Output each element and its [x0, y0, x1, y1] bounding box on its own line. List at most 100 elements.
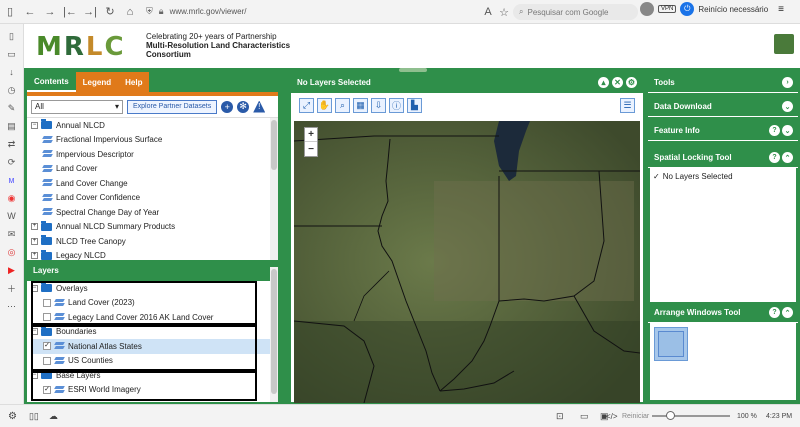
cloud-icon[interactable]: ☁	[49, 411, 58, 422]
reload-icon[interactable]: ↻	[100, 2, 120, 22]
tools-header[interactable]: Tools ›	[648, 72, 798, 93]
mail-icon[interactable]: ✉	[6, 228, 18, 240]
panel-toggle-icon[interactable]: ▯▯	[29, 411, 39, 422]
notes-icon[interactable]: ✎	[6, 102, 18, 114]
restart-required-label[interactable]: Reinício necessário	[698, 5, 768, 14]
tree-folder-nlcd-tree-canopy[interactable]: + NLCD Tree Canopy	[31, 234, 278, 249]
chevron-up-icon[interactable]: ⌃	[782, 307, 793, 318]
sync-icon[interactable]: ⟳	[6, 156, 18, 168]
help-icon[interactable]: ?	[769, 307, 780, 318]
settings-icon[interactable]: ⚙	[626, 77, 637, 88]
instagram-icon[interactable]: ◎	[6, 246, 18, 258]
code-icon[interactable]: </>	[606, 412, 618, 421]
settings-gear-icon[interactable]: ⚙	[8, 411, 17, 422]
arrange-windows-header[interactable]: Arrange Windows Tool ? ⌃	[648, 302, 798, 323]
capture-icon[interactable]: ⊡	[556, 411, 564, 422]
tree-layer-land-cover-change[interactable]: Land Cover Change	[31, 176, 278, 191]
tree-folder-legacy-nlcd[interactable]: + Legacy NLCD	[31, 249, 278, 260]
close-icon[interactable]: ✕	[612, 77, 623, 88]
pan-icon[interactable]: ✋	[317, 98, 332, 113]
tab-legend[interactable]: Legend	[75, 72, 119, 92]
last-page-icon[interactable]: →|	[80, 2, 100, 22]
download-icon[interactable]: ⇩	[371, 98, 386, 113]
list-icon[interactable]: ☰	[620, 98, 635, 113]
highlight-box-base-layers	[31, 371, 257, 401]
info-icon[interactable]: ⓘ	[389, 98, 404, 113]
menu-icon[interactable]: ≡	[778, 4, 784, 15]
expand-icon[interactable]: +	[31, 223, 38, 231]
logo-letter-c: C	[104, 32, 126, 62]
reading-list-icon[interactable]: ▭	[6, 48, 18, 60]
scrollbar-thumb[interactable]	[271, 120, 277, 170]
chevron-down-icon[interactable]: ⌄	[782, 125, 793, 136]
tree-layer-spectral-change-day-of-year[interactable]: Spectral Change Day of Year	[31, 205, 278, 220]
zoom-icon[interactable]: ⌕	[335, 98, 350, 113]
chevron-up-icon[interactable]: ⌃	[782, 152, 793, 163]
search-input[interactable]: ⌕ Pesquisar com Google	[513, 4, 638, 20]
mrlc-logo[interactable]: MRLC	[36, 32, 126, 62]
home-icon[interactable]: ⌂	[120, 2, 140, 22]
tree-folder-annual-nlcd-summary-products[interactable]: + Annual NLCD Summary Products	[31, 220, 278, 235]
partner-logo[interactable]	[774, 34, 794, 54]
first-page-icon[interactable]: |←	[60, 2, 80, 22]
spatial-locking-header[interactable]: Spatial Locking Tool ? ⌃	[648, 147, 798, 168]
vivaldi-icon[interactable]: ◉	[6, 192, 18, 204]
layer-compare-icon[interactable]: ▦	[353, 98, 368, 113]
chevron-down-icon[interactable]: ⌄	[782, 101, 793, 112]
downloads-icon[interactable]: ↓	[6, 66, 18, 78]
warning-icon[interactable]: !	[253, 100, 266, 113]
printer-icon[interactable]: ▤	[6, 120, 18, 132]
zoom-out-button[interactable]: −	[305, 142, 317, 156]
zoom-control: + −	[304, 127, 318, 157]
explore-partner-datasets-button[interactable]: Explore Partner Datasets	[127, 99, 218, 114]
catalog-scrollbar[interactable]	[270, 118, 278, 260]
help-icon[interactable]: ?	[769, 125, 780, 136]
wikipedia-icon[interactable]: W	[6, 210, 18, 222]
forward-icon[interactable]: →	[40, 2, 60, 22]
tree-layer-fractional-impervious-surface[interactable]: Fractional Impervious Surface	[31, 133, 278, 148]
bookmarks-icon[interactable]: ▯	[6, 30, 18, 42]
tab-contents[interactable]: Contents	[27, 72, 76, 92]
add-panel-icon[interactable]: ＋	[6, 282, 18, 294]
vpn-badge[interactable]: VPN	[658, 5, 677, 13]
arrange-layout-option[interactable]	[654, 327, 688, 361]
chart-icon[interactable]: ▙	[407, 98, 422, 113]
map-viewport[interactable]: + −	[291, 118, 643, 403]
history-icon[interactable]: ◷	[6, 84, 18, 96]
tab-help[interactable]: Help	[118, 72, 150, 92]
help-icon[interactable]: ?	[769, 152, 780, 163]
expand-icon[interactable]: +	[31, 237, 38, 245]
profile-avatar[interactable]	[640, 2, 654, 16]
collapse-icon[interactable]: ▴	[598, 77, 609, 88]
tiling-icon[interactable]: ▭	[580, 411, 589, 422]
zoom-slider[interactable]	[652, 411, 730, 420]
zoom-slider-thumb[interactable]	[666, 411, 675, 420]
translate-panel-icon[interactable]: ⇄	[6, 138, 18, 150]
reset-zoom-label[interactable]: Reiniciar	[622, 413, 649, 420]
tree-layer-impervious-descriptor[interactable]: Impervious Descriptor	[31, 147, 278, 162]
back-icon[interactable]: ←	[20, 2, 40, 22]
filter-select[interactable]: All ▾	[31, 99, 123, 114]
collapse-icon[interactable]: −	[31, 121, 38, 129]
bookmark-star-icon[interactable]: ☆	[494, 2, 514, 22]
scrollbar-thumb[interactable]	[271, 269, 277, 394]
more-icon[interactable]: ⋯	[6, 300, 18, 312]
chevron-right-icon[interactable]: ›	[782, 77, 793, 88]
zoom-in-button[interactable]: +	[305, 128, 317, 142]
expand-icon[interactable]: +	[31, 252, 38, 260]
gear-icon[interactable]: ✻	[237, 100, 250, 113]
tree-layer-land-cover-confidence[interactable]: Land Cover Confidence	[31, 191, 278, 206]
tree-layer-land-cover[interactable]: Land Cover	[31, 162, 278, 177]
power-icon[interactable]: ⏻	[680, 2, 695, 16]
address-bar[interactable]: ⛨ 🔒︎ www.mrlc.gov/viewer/	[146, 3, 486, 21]
tree-folder-annual-nlcd[interactable]: − Annual NLCD	[31, 118, 278, 133]
add-icon[interactable]: +	[221, 100, 234, 113]
youtube-icon[interactable]: ▶	[6, 264, 18, 276]
data-download-header[interactable]: Data Download ⌄	[648, 96, 798, 117]
mastodon-icon[interactable]: ᴍ	[6, 174, 18, 186]
satellite-map[interactable]: + −	[294, 121, 640, 403]
sidebar-toggle-icon[interactable]: ▯	[0, 2, 20, 22]
full-extent-icon[interactable]: ⤢	[299, 98, 314, 113]
layers-scrollbar[interactable]	[270, 267, 278, 402]
feature-info-header[interactable]: Feature Info ? ⌄	[648, 120, 798, 141]
